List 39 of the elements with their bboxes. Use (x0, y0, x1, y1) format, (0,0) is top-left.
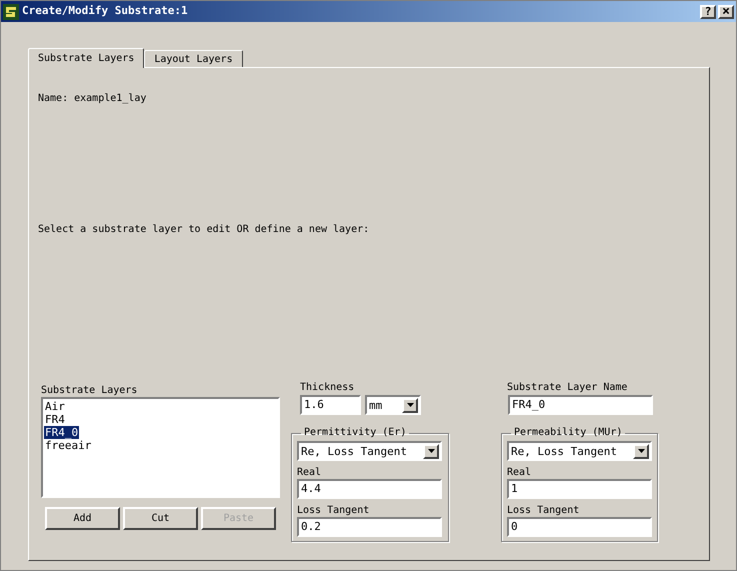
dropdown-button[interactable] (633, 444, 649, 458)
window-title: Create/Modify Substrate:1 (22, 3, 188, 20)
caret-icon (428, 449, 434, 453)
list-item[interactable]: FR4 (44, 413, 66, 426)
group-title: Permittivity (Er) (303, 427, 408, 439)
list-item[interactable]: FR4_0 (44, 426, 80, 439)
layer-name-field[interactable]: FR4_0 (508, 395, 653, 415)
thickness-field[interactable]: 1.6 (300, 395, 361, 415)
layer-list[interactable]: Air FR4 FR4_0 freeair (41, 397, 280, 498)
input-field[interactable]: 4.4 (297, 479, 442, 499)
input-field[interactable]: 1 (507, 479, 652, 499)
dropdown-button[interactable] (402, 398, 418, 412)
dropdown-field[interactable]: Re, Loss Tangent (297, 441, 442, 461)
field-label: Real (507, 467, 532, 479)
list-item[interactable]: freeair (44, 439, 92, 452)
group-title: Permeability (MUr) (513, 427, 624, 439)
field-label: Thickness (300, 382, 356, 394)
prompt-text: Select a substrate layer to edit OR define a new layer: (38, 224, 370, 236)
input-field[interactable]: 0.2 (297, 517, 442, 537)
list-label: Substrate Layers (41, 385, 138, 397)
app-icon (3, 4, 19, 20)
list-item[interactable]: Air (44, 400, 66, 413)
tab[interactable]: Substrate Layers (28, 48, 144, 68)
tab[interactable]: Layout Layers (144, 50, 243, 67)
layer-button[interactable]: Add (45, 507, 120, 530)
help-button[interactable]: ? (700, 4, 716, 18)
layer-button[interactable]: Cut (123, 507, 198, 530)
name-text: Name: example1_lay (38, 93, 148, 105)
input-field[interactable]: 0 (507, 517, 652, 537)
caret-icon (406, 403, 414, 407)
field-label: Loss Tangent (507, 505, 580, 517)
close-button[interactable]: × (718, 4, 734, 18)
field-label: Loss Tangent (297, 505, 370, 517)
dropdown-button[interactable] (423, 444, 439, 458)
dropdown-field[interactable]: Re, Loss Tangent (507, 441, 652, 461)
caret-icon (638, 449, 644, 453)
field-label: Substrate Layer Name (507, 382, 628, 394)
dropdown-field[interactable]: mm (365, 395, 421, 415)
field-label: Real (297, 467, 322, 479)
